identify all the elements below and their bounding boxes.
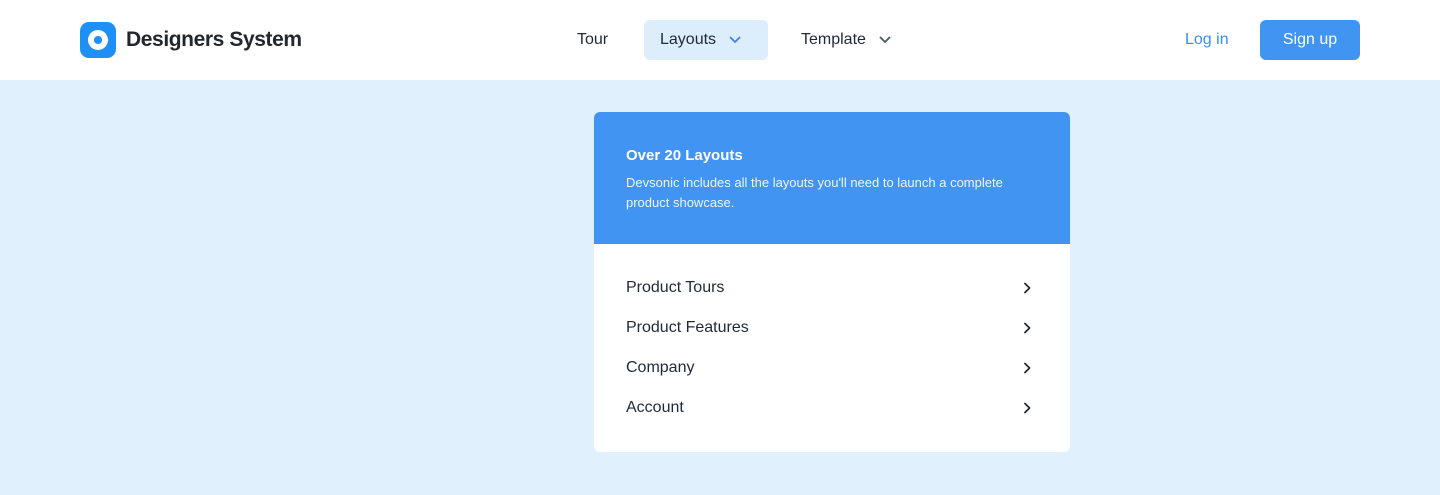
menu-item-product-tours[interactable]: Product Tours bbox=[594, 268, 1070, 308]
nav-template-dropdown[interactable]: Template bbox=[785, 20, 908, 60]
brand-name: Designers System bbox=[126, 28, 302, 51]
signup-button[interactable]: Sign up bbox=[1260, 20, 1360, 60]
nav-layouts-label: Layouts bbox=[660, 31, 717, 48]
dropdown-description: Devsonic includes all the layouts you'll… bbox=[626, 175, 1003, 210]
chevron-right-icon bbox=[1020, 401, 1034, 415]
nav-tour[interactable]: Tour bbox=[560, 20, 625, 60]
menu-item-label: Product Tours bbox=[626, 279, 725, 296]
chevron-right-icon bbox=[1020, 281, 1034, 295]
swirl-logo-icon bbox=[80, 22, 116, 58]
dropdown-header: Over 20 Layouts Devsonic includes all th… bbox=[594, 112, 1070, 244]
nav-tour-label: Tour bbox=[577, 31, 609, 48]
dropdown-list: Product Tours Product Features Company A… bbox=[594, 244, 1070, 428]
menu-item-label: Company bbox=[626, 359, 695, 376]
brand-home-link[interactable]: Designers System bbox=[80, 22, 302, 58]
layouts-dropdown-menu: Over 20 Layouts Devsonic includes all th… bbox=[594, 112, 1070, 452]
menu-item-label: Account bbox=[626, 399, 684, 416]
top-navbar: Designers System Tour Layouts Template L… bbox=[0, 0, 1440, 80]
chevron-right-icon bbox=[1020, 361, 1034, 375]
menu-item-product-features[interactable]: Product Features bbox=[594, 308, 1070, 348]
dropdown-title: Over 20 Layouts bbox=[626, 147, 743, 164]
chevron-down-icon bbox=[878, 33, 892, 47]
nav-layouts-dropdown[interactable]: Layouts bbox=[644, 20, 768, 60]
chevron-down-icon bbox=[728, 33, 742, 47]
menu-item-label: Product Features bbox=[626, 319, 749, 336]
nav-template-label: Template bbox=[801, 31, 866, 48]
chevron-right-icon bbox=[1020, 321, 1034, 335]
login-link[interactable]: Log in bbox=[1185, 20, 1229, 60]
menu-item-company[interactable]: Company bbox=[594, 348, 1070, 388]
menu-item-account[interactable]: Account bbox=[594, 388, 1070, 428]
